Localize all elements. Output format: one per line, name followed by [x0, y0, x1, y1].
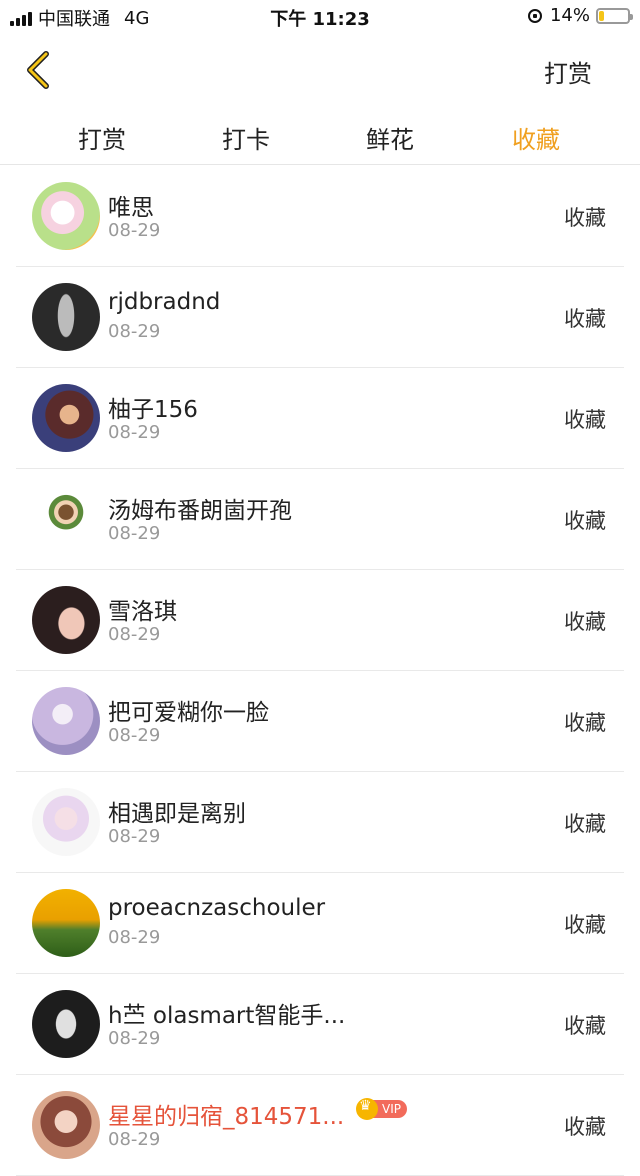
avatar[interactable] — [32, 990, 100, 1058]
favorites-list: 唯思 08-29 收藏 rjdbradnd 08-29 收藏 柚子156 08-… — [0, 166, 640, 1176]
battery-icon — [596, 7, 633, 24]
back-button[interactable] — [22, 48, 58, 92]
list-item[interactable]: 相遇即是离别 08-29 收藏 — [16, 772, 624, 873]
action-label: 收藏 — [564, 1115, 606, 1139]
user-name[interactable]: h苎 olasmart智能手... — [108, 996, 345, 1030]
avatar[interactable] — [32, 586, 100, 654]
avatar[interactable] — [32, 485, 100, 553]
item-date: 08-29 — [108, 422, 161, 443]
item-date: 08-29 — [108, 725, 161, 746]
tab-checkin[interactable]: 打卡 — [222, 120, 270, 155]
chevron-left-icon — [27, 51, 49, 89]
user-name[interactable]: proeacnzaschouler — [108, 895, 325, 921]
reward-button[interactable]: 打赏 — [544, 54, 592, 89]
avatar[interactable] — [32, 889, 100, 957]
user-name[interactable]: 雪洛琪 — [108, 592, 177, 626]
list-item[interactable]: proeacnzaschouler 08-29 收藏 — [16, 873, 624, 974]
list-item[interactable]: rjdbradnd 08-29 收藏 — [16, 267, 624, 368]
orientation-lock-icon — [527, 8, 542, 23]
user-name[interactable]: 星星的归宿_814571... — [108, 1097, 344, 1131]
avatar[interactable] — [32, 687, 100, 755]
item-date: 08-29 — [108, 826, 161, 847]
avatar[interactable] — [32, 283, 100, 351]
avatar[interactable] — [32, 788, 100, 856]
tab-reward[interactable]: 打赏 — [78, 120, 126, 155]
list-item[interactable]: 雪洛琪 08-29 收藏 — [16, 570, 624, 671]
item-date: 08-29 — [108, 1129, 161, 1150]
battery-percent: 14% — [549, 5, 590, 26]
action-label: 收藏 — [564, 1014, 606, 1038]
item-date: 08-29 — [108, 220, 161, 241]
tab-bar: 打赏 打卡 鲜花 收藏 — [0, 108, 640, 165]
user-name[interactable]: 柚子156 — [108, 390, 198, 424]
avatar[interactable] — [32, 182, 100, 250]
action-label: 收藏 — [564, 913, 606, 937]
avatar[interactable] — [32, 1091, 100, 1159]
status-bar: 中国联通 4G 下午 11:23 14% — [0, 0, 640, 32]
action-label: 收藏 — [564, 307, 606, 331]
user-name[interactable]: 唯思 — [108, 188, 154, 222]
vip-badge: VIP — [356, 1098, 407, 1120]
item-date: 08-29 — [108, 1028, 161, 1049]
list-item[interactable]: 柚子156 08-29 收藏 — [16, 368, 624, 469]
list-item[interactable]: h苎 olasmart智能手... 08-29 收藏 — [16, 974, 624, 1075]
list-item[interactable]: 把可爱糊你一脸 08-29 收藏 — [16, 671, 624, 772]
item-date: 08-29 — [108, 624, 161, 645]
user-name[interactable]: 汤姆布番朗崮开孢 — [108, 491, 292, 525]
action-label: 收藏 — [564, 610, 606, 634]
action-label: 收藏 — [564, 509, 606, 533]
item-date: 08-29 — [108, 523, 161, 544]
action-label: 收藏 — [564, 408, 606, 432]
user-name[interactable]: 相遇即是离别 — [108, 794, 246, 828]
nav-bar: 打赏 — [0, 32, 640, 108]
tab-favorites[interactable]: 收藏 — [512, 120, 560, 155]
status-right: 14% — [527, 5, 633, 26]
user-name[interactable]: rjdbradnd — [108, 289, 220, 315]
list-item[interactable]: 汤姆布番朗崮开孢 08-29 收藏 — [16, 469, 624, 570]
avatar[interactable] — [32, 384, 100, 452]
user-name[interactable]: 把可爱糊你一脸 — [108, 693, 269, 727]
tab-flowers[interactable]: 鲜花 — [366, 120, 414, 155]
item-date: 08-29 — [108, 927, 161, 948]
crown-icon — [356, 1098, 378, 1120]
action-label: 收藏 — [564, 206, 606, 230]
action-label: 收藏 — [564, 711, 606, 735]
action-label: 收藏 — [564, 812, 606, 836]
list-item[interactable]: 唯思 08-29 收藏 — [16, 166, 624, 267]
item-date: 08-29 — [108, 321, 161, 342]
list-item[interactable]: 星星的归宿_814571... VIP 08-29 收藏 — [16, 1075, 624, 1176]
